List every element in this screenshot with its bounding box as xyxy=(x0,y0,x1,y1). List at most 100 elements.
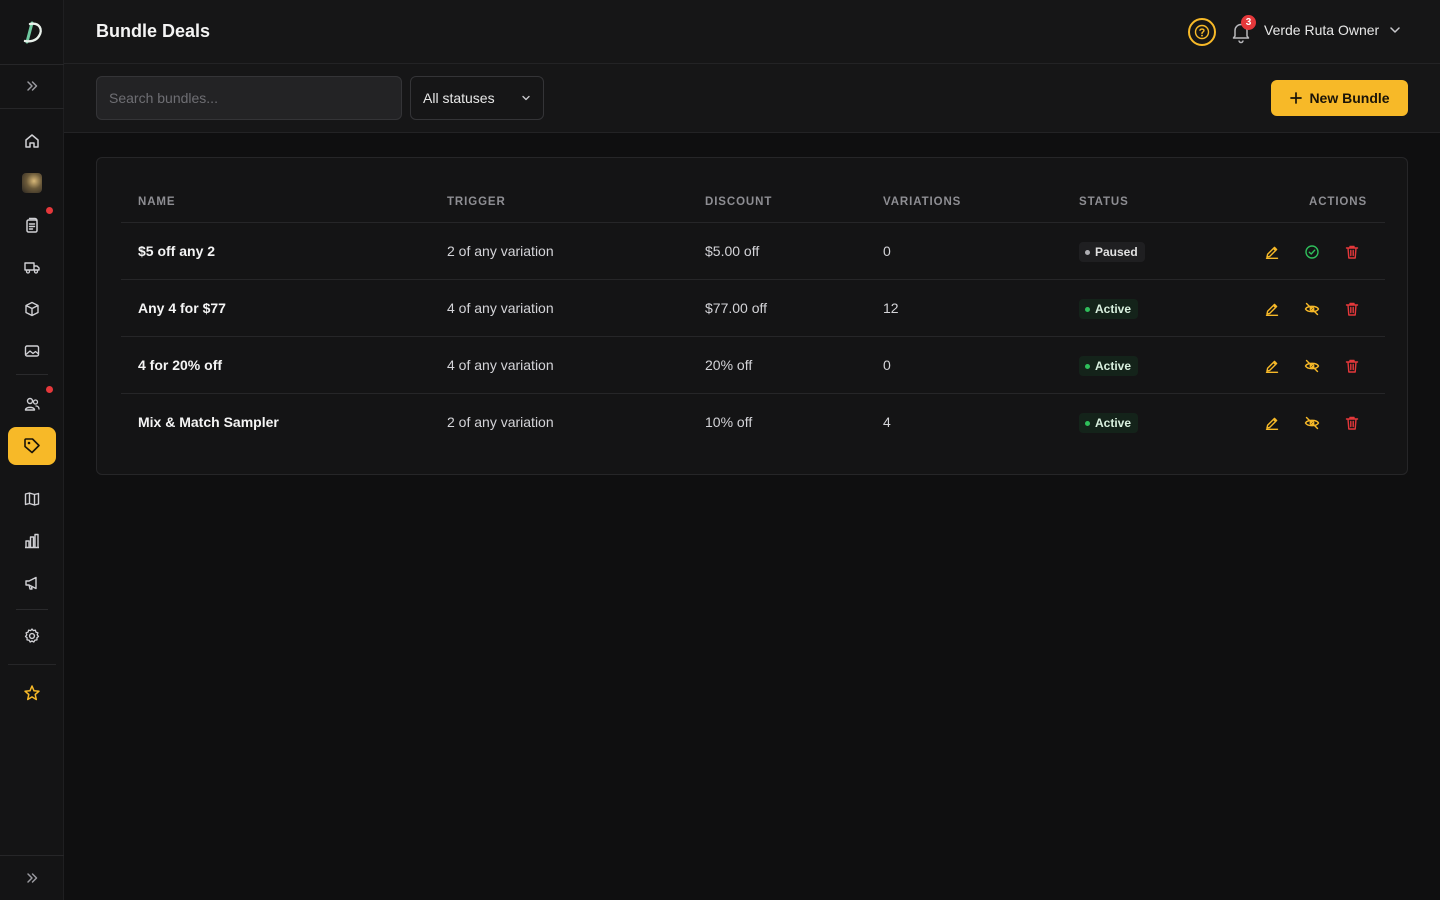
question-icon xyxy=(1194,24,1210,40)
orders-icon xyxy=(26,217,38,233)
expand-sidebar-button[interactable] xyxy=(0,64,64,108)
analytics-icon xyxy=(25,533,39,549)
column-header-name: NAME xyxy=(138,196,176,208)
edit-button[interactable] xyxy=(1262,356,1282,376)
pause-button[interactable] xyxy=(1302,413,1322,433)
table-row[interactable]: Mix & Match Sampler 2 of any variation 1… xyxy=(121,394,1385,451)
orders-alert-dot xyxy=(46,207,53,214)
status-badge: Active xyxy=(1079,299,1139,319)
truck-icon xyxy=(24,262,40,274)
help-button[interactable] xyxy=(1188,18,1216,46)
edit-button[interactable] xyxy=(1262,299,1282,319)
store-thumbnail xyxy=(22,173,42,193)
sidebar-item-bundle-deals[interactable] xyxy=(8,427,56,465)
delete-button[interactable] xyxy=(1342,413,1362,433)
bundle-variations: 0 xyxy=(883,357,891,373)
table-row[interactable]: Any 4 for $77 4 of any variation $77.00 … xyxy=(121,280,1385,337)
bundle-trigger: 2 of any variation xyxy=(447,243,554,259)
sidebar-item-media[interactable] xyxy=(8,332,56,370)
bundle-variations: 4 xyxy=(883,414,891,430)
sidebar xyxy=(0,0,64,900)
megaphone-icon xyxy=(25,576,37,590)
trash-icon xyxy=(1345,416,1359,430)
status-badge-label: Active xyxy=(1095,302,1132,316)
eye-off-icon xyxy=(1304,302,1320,316)
delete-button[interactable] xyxy=(1342,356,1362,376)
sidebar-item-settings[interactable] xyxy=(8,617,56,655)
sidebar-divider xyxy=(16,609,48,610)
settings-icon xyxy=(24,628,40,643)
customers-alert-dot xyxy=(46,386,53,393)
bundle-trigger: 4 of any variation xyxy=(447,300,554,316)
chevron-down-icon xyxy=(1390,27,1400,33)
user-name: Verde Ruta Owner xyxy=(1264,22,1380,38)
delete-button[interactable] xyxy=(1342,242,1362,262)
sidebar-item-shipping[interactable] xyxy=(8,248,56,286)
search-input[interactable] xyxy=(96,76,402,120)
sidebar-divider xyxy=(0,108,64,109)
bundle-discount: 10% off xyxy=(705,414,753,430)
sidebar-item-marketing[interactable] xyxy=(8,564,56,602)
table-row[interactable]: $5 off any 2 2 of any variation $5.00 of… xyxy=(121,223,1385,280)
box-icon xyxy=(25,301,39,317)
status-badge: Active xyxy=(1079,356,1139,376)
delete-button[interactable] xyxy=(1342,299,1362,319)
bundle-name: $5 off any 2 xyxy=(138,243,216,259)
sidebar-item-catalog[interactable] xyxy=(8,480,56,518)
trash-icon xyxy=(1345,359,1359,373)
notification-count-badge: 3 xyxy=(1241,15,1256,30)
sidebar-item-products[interactable] xyxy=(8,290,56,328)
home-icon xyxy=(25,134,39,148)
status-filter-value: All statuses xyxy=(423,90,495,106)
new-bundle-label: New Bundle xyxy=(1309,90,1390,106)
eye-off-icon xyxy=(1304,359,1320,373)
sidebar-divider xyxy=(16,374,48,375)
trash-icon xyxy=(1345,302,1359,316)
check-circle-icon xyxy=(1305,245,1319,259)
edit-icon xyxy=(1265,360,1279,373)
status-badge-label: Active xyxy=(1095,359,1132,373)
column-header-status: STATUS xyxy=(1079,196,1129,208)
activate-button[interactable] xyxy=(1302,242,1322,262)
sidebar-item-favorites[interactable] xyxy=(8,674,56,712)
bundle-variations: 12 xyxy=(883,300,899,316)
edit-icon xyxy=(1265,303,1279,316)
column-header-trigger: TRIGGER xyxy=(447,196,506,208)
sidebar-item-store[interactable] xyxy=(8,164,56,202)
pause-button[interactable] xyxy=(1302,299,1322,319)
pause-button[interactable] xyxy=(1302,356,1322,376)
table-header: NAME TRIGGER DISCOUNT VARIATIONS STATUS … xyxy=(121,182,1385,223)
edit-icon xyxy=(1265,417,1279,430)
sidebar-item-analytics[interactable] xyxy=(8,522,56,560)
bundle-trigger: 2 of any variation xyxy=(447,414,554,430)
edit-button[interactable] xyxy=(1262,242,1282,262)
column-header-variations: VARIATIONS xyxy=(883,196,962,208)
expand-sidebar-bottom-button[interactable] xyxy=(0,856,64,900)
bundles-table: NAME TRIGGER DISCOUNT VARIATIONS STATUS … xyxy=(96,157,1408,475)
new-bundle-button[interactable]: New Bundle xyxy=(1271,80,1408,116)
book-icon xyxy=(24,492,40,506)
app-root: Bundle Deals 3 Verde Ruta Owner All stat… xyxy=(0,0,1440,900)
star-icon xyxy=(24,685,40,701)
bundle-variations: 0 xyxy=(883,243,891,259)
double-chevron-right-icon xyxy=(27,873,38,883)
status-filter-select[interactable]: All statuses xyxy=(410,76,544,120)
user-menu[interactable]: Verde Ruta Owner xyxy=(1264,22,1401,38)
tag-icon xyxy=(24,438,40,454)
bundle-name: 4 for 20% off xyxy=(138,357,223,373)
filter-toolbar: All statuses New Bundle xyxy=(64,64,1440,133)
column-header-discount: DISCOUNT xyxy=(705,196,773,208)
status-badge-label: Paused xyxy=(1095,245,1138,259)
table-row[interactable]: 4 for 20% off 4 of any variation 20% off… xyxy=(121,337,1385,394)
bundle-name: Mix & Match Sampler xyxy=(138,414,279,430)
notifications-button[interactable]: 3 xyxy=(1230,15,1256,44)
edit-button[interactable] xyxy=(1262,413,1282,433)
column-header-actions: ACTIONS xyxy=(1309,196,1368,208)
eye-off-icon xyxy=(1304,416,1320,430)
status-badge: Paused xyxy=(1079,242,1145,262)
sidebar-divider xyxy=(8,664,56,665)
double-chevron-right-icon xyxy=(27,81,38,91)
brand-logo[interactable] xyxy=(0,0,64,64)
edit-icon xyxy=(1265,246,1279,259)
sidebar-item-home[interactable] xyxy=(8,122,56,160)
